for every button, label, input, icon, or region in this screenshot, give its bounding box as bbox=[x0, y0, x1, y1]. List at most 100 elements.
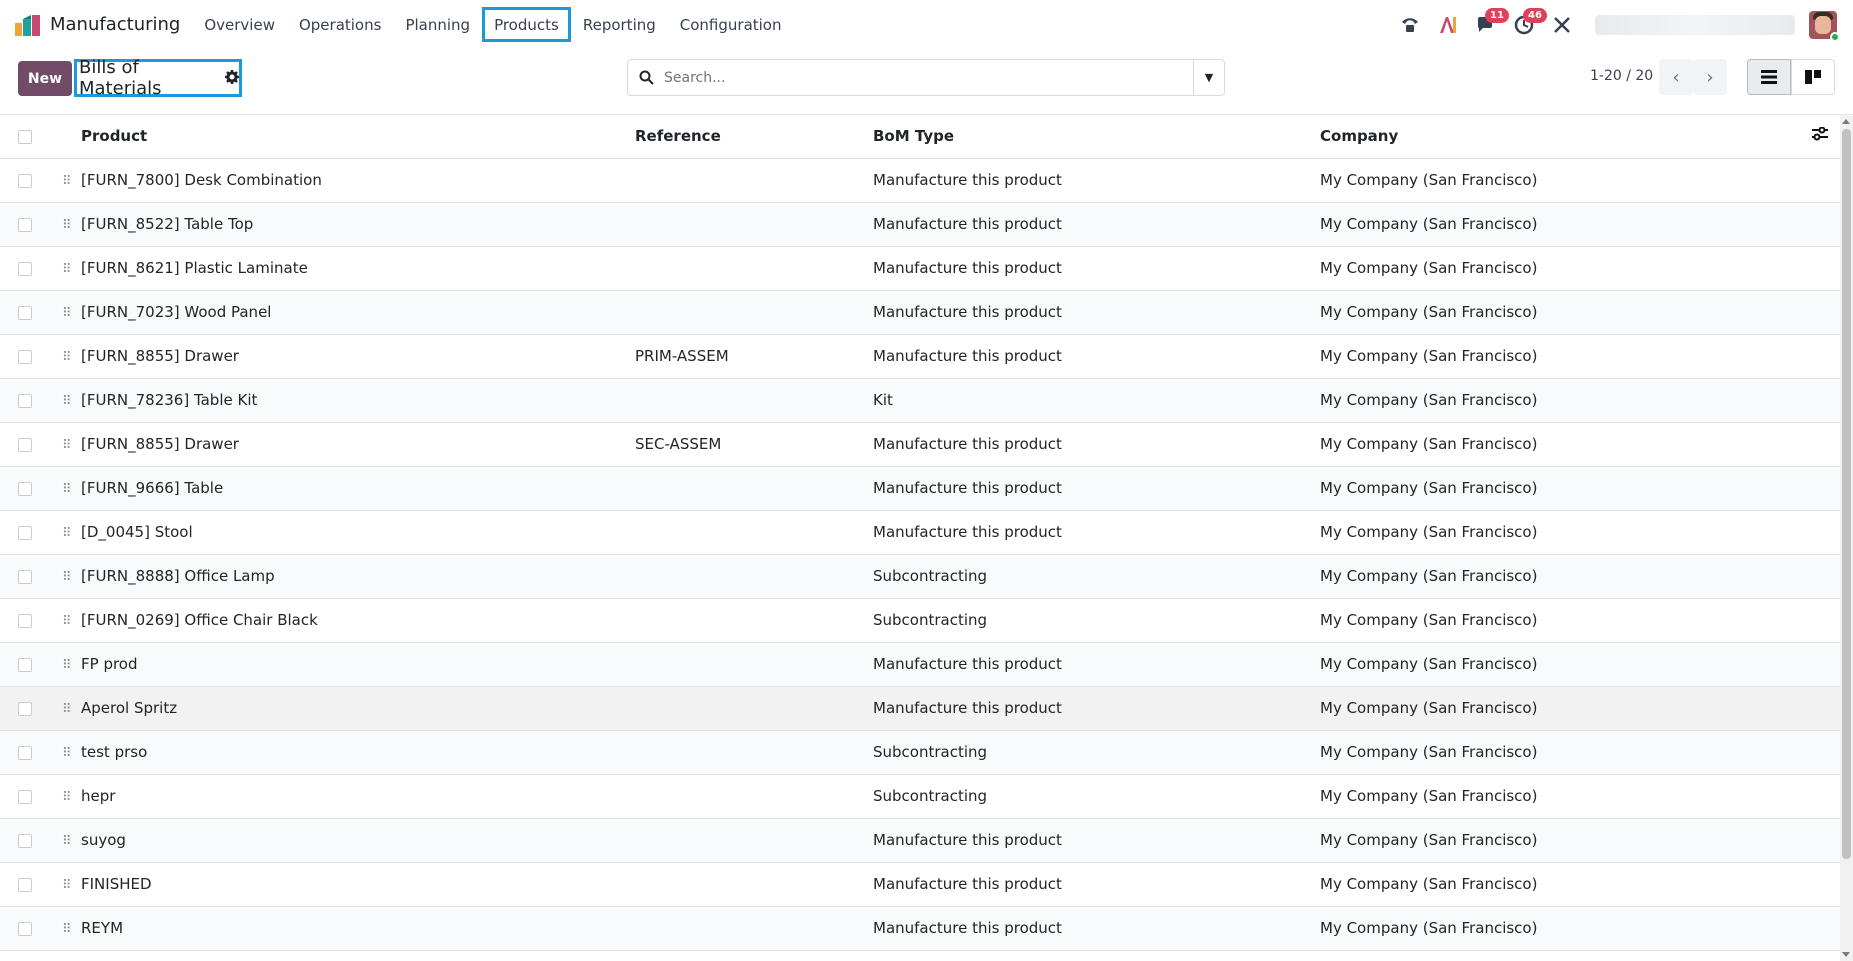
drag-handle-icon[interactable]: ⠿ bbox=[58, 570, 71, 585]
column-header-bom-type[interactable]: BoM Type bbox=[873, 115, 1320, 159]
menu-products[interactable]: Products bbox=[482, 7, 571, 42]
cell-product[interactable]: FINISHED bbox=[81, 862, 635, 907]
row-checkbox[interactable] bbox=[18, 217, 32, 232]
cell-reference[interactable] bbox=[635, 378, 873, 423]
row-checkbox[interactable] bbox=[18, 437, 32, 452]
table-row[interactable]: ⠿ REYM Manufacture this product My Company … bbox=[0, 906, 1840, 951]
company-switcher[interactable] bbox=[1595, 14, 1795, 35]
cell-company[interactable]: My Company (San Francisco) bbox=[1320, 862, 1840, 907]
row-checkbox[interactable] bbox=[18, 481, 32, 496]
row-checkbox[interactable] bbox=[18, 701, 32, 716]
cell-bom-type[interactable]: Subcontracting bbox=[873, 598, 1320, 643]
drag-handle-icon[interactable]: ⠿ bbox=[58, 174, 71, 189]
cell-reference[interactable]: PRIM-ASSEM bbox=[635, 334, 873, 379]
phone-icon[interactable] bbox=[1395, 10, 1425, 40]
chevron-left-icon[interactable]: ‹ bbox=[1659, 59, 1693, 95]
list-view-icon[interactable] bbox=[1747, 59, 1791, 95]
column-header-reference[interactable]: Reference bbox=[635, 115, 873, 159]
cell-bom-type[interactable]: Subcontracting bbox=[873, 774, 1320, 819]
row-checkbox[interactable] bbox=[18, 393, 32, 408]
cell-product[interactable]: REYM bbox=[81, 906, 635, 951]
cell-reference[interactable] bbox=[635, 774, 873, 819]
cell-bom-type[interactable]: Manufacture this product bbox=[873, 334, 1320, 379]
cell-reference[interactable] bbox=[635, 862, 873, 907]
cell-product[interactable]: [FURN_78236] Table Kit bbox=[81, 378, 635, 423]
activity-clock-icon[interactable]: 46 bbox=[1509, 7, 1547, 40]
table-row[interactable]: ⠿ [FURN_0269] Office Chair Black Subcontra… bbox=[0, 598, 1840, 643]
row-checkbox[interactable] bbox=[18, 789, 32, 804]
cell-company[interactable]: My Company (San Francisco) bbox=[1320, 906, 1840, 951]
drag-handle-icon[interactable]: ⠿ bbox=[58, 394, 71, 409]
table-row[interactable]: ⠿ [FURN_8855] Drawer SEC-ASSEM Manufacture … bbox=[0, 422, 1840, 467]
cell-product[interactable]: [FURN_7800] Desk Combination bbox=[81, 158, 635, 203]
table-row[interactable]: ⠿ suyog Manufacture this product My Company… bbox=[0, 818, 1840, 863]
drag-handle-icon[interactable]: ⠿ bbox=[58, 306, 71, 321]
drag-handle-icon[interactable]: ⠿ bbox=[58, 262, 71, 277]
drag-handle-icon[interactable]: ⠿ bbox=[58, 438, 71, 453]
drag-handle-icon[interactable]: ⠿ bbox=[58, 834, 71, 849]
menu-reporting[interactable]: Reporting bbox=[573, 9, 666, 40]
cell-reference[interactable] bbox=[635, 642, 873, 687]
dropdown-caret-icon[interactable]: ▼ bbox=[1193, 60, 1224, 95]
cell-bom-type[interactable]: Manufacture this product bbox=[873, 290, 1320, 335]
cell-company[interactable]: My Company (San Francisco) bbox=[1320, 554, 1840, 599]
table-row[interactable]: ⠿ [FURN_9666] Table Manufacture this produ… bbox=[0, 466, 1840, 511]
cell-bom-type[interactable]: Manufacture this product bbox=[873, 246, 1320, 291]
cell-product[interactable]: Aperol Spritz bbox=[81, 686, 635, 731]
row-checkbox[interactable] bbox=[18, 613, 32, 628]
avatar[interactable] bbox=[1809, 10, 1840, 42]
menu-planning[interactable]: Planning bbox=[395, 9, 480, 40]
cell-reference[interactable]: SEC-ASSEM bbox=[635, 422, 873, 467]
cell-company[interactable]: My Company (San Francisco) bbox=[1320, 422, 1840, 467]
row-checkbox[interactable] bbox=[18, 261, 32, 276]
cell-reference[interactable] bbox=[635, 818, 873, 863]
cell-company[interactable]: My Company (San Francisco) bbox=[1320, 334, 1840, 379]
scrollbar-thumb[interactable] bbox=[1842, 129, 1851, 859]
cell-product[interactable]: [FURN_0269] Office Chair Black bbox=[81, 598, 635, 643]
table-row[interactable]: ⠿ [FURN_8621] Plastic Laminate Manufacture… bbox=[0, 246, 1840, 291]
kanban-view-icon[interactable] bbox=[1791, 59, 1835, 95]
cell-bom-type[interactable]: Manufacture this product bbox=[873, 686, 1320, 731]
menu-operations[interactable]: Operations bbox=[289, 9, 391, 40]
menu-configuration[interactable]: Configuration bbox=[670, 9, 792, 40]
row-checkbox[interactable] bbox=[18, 569, 32, 584]
cell-company[interactable]: My Company (San Francisco) bbox=[1320, 730, 1840, 775]
ai-icon[interactable] bbox=[1433, 10, 1463, 40]
cell-reference[interactable] bbox=[635, 158, 873, 203]
cell-company[interactable]: My Company (San Francisco) bbox=[1320, 686, 1840, 731]
drag-handle-icon[interactable]: ⠿ bbox=[58, 482, 71, 497]
cell-bom-type[interactable]: Manufacture this product bbox=[873, 510, 1320, 555]
table-row[interactable]: ⠿ hepr Subcontracting My Company (San Franc… bbox=[0, 774, 1840, 819]
cell-company[interactable]: My Company (San Francisco) bbox=[1320, 510, 1840, 555]
drag-handle-icon[interactable]: ⠿ bbox=[58, 614, 71, 629]
table-row[interactable]: ⠿ [FURN_7800] Desk Combination Manufacture… bbox=[0, 158, 1840, 203]
search-input[interactable] bbox=[664, 69, 1193, 86]
cell-company[interactable]: My Company (San Francisco) bbox=[1320, 202, 1840, 247]
table-row[interactable]: ⠿ [FURN_8855] Drawer PRIM-ASSEM Manufacture… bbox=[0, 334, 1840, 379]
row-checkbox[interactable] bbox=[18, 173, 32, 188]
row-checkbox[interactable] bbox=[18, 877, 32, 892]
cell-reference[interactable] bbox=[635, 510, 873, 555]
cell-reference[interactable] bbox=[635, 730, 873, 775]
table-row[interactable]: ⠿ [FURN_78236] Table Kit Kit My Company (Sa… bbox=[0, 378, 1840, 423]
cell-company[interactable]: My Company (San Francisco) bbox=[1320, 246, 1840, 291]
cell-product[interactable]: [FURN_7023] Wood Panel bbox=[81, 290, 635, 335]
cell-product[interactable]: suyog bbox=[81, 818, 635, 863]
debug-tools-icon[interactable] bbox=[1547, 10, 1577, 40]
cell-product[interactable]: FP prod bbox=[81, 642, 635, 687]
cell-bom-type[interactable]: Manufacture this product bbox=[873, 158, 1320, 203]
cell-bom-type[interactable]: Manufacture this product bbox=[873, 466, 1320, 511]
column-header-company[interactable]: Company bbox=[1320, 115, 1800, 159]
cell-reference[interactable] bbox=[635, 246, 873, 291]
table-row[interactable]: ⠿ [FURN_8522] Table Top Manufacture this p… bbox=[0, 202, 1840, 247]
cell-reference[interactable] bbox=[635, 466, 873, 511]
table-row[interactable]: ⠿ test prso Subcontracting My Company (San … bbox=[0, 730, 1840, 775]
cell-bom-type[interactable]: Subcontracting bbox=[873, 554, 1320, 599]
new-button[interactable]: New bbox=[18, 61, 72, 96]
cell-product[interactable]: [FURN_8621] Plastic Laminate bbox=[81, 246, 635, 291]
table-row[interactable]: ⠿ [D_0045] Stool Manufacture this product M… bbox=[0, 510, 1840, 555]
cell-reference[interactable] bbox=[635, 906, 873, 951]
pager-value[interactable]: 1-20 / 20 bbox=[1590, 68, 1653, 84]
cell-company[interactable]: My Company (San Francisco) bbox=[1320, 378, 1840, 423]
row-checkbox[interactable] bbox=[18, 305, 32, 320]
